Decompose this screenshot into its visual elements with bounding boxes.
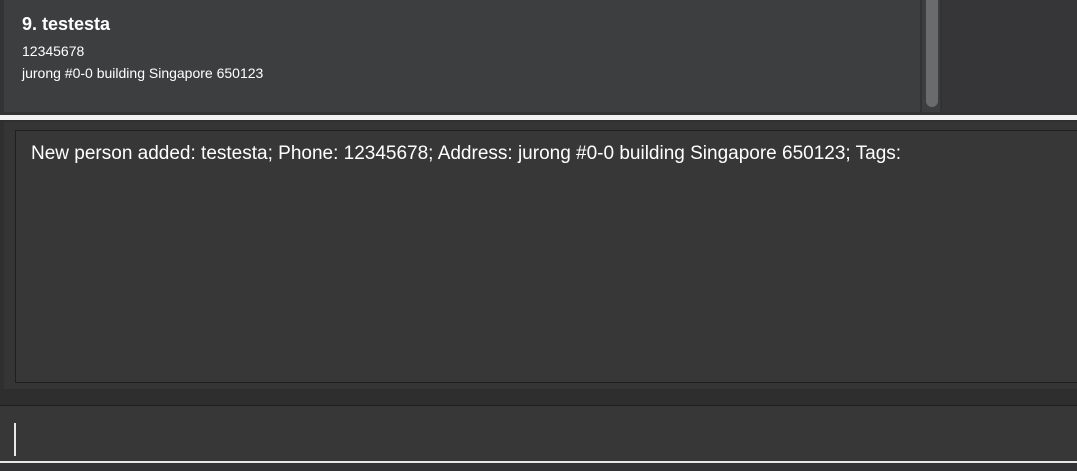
list-scrollbar-thumb[interactable] xyxy=(926,0,938,107)
command-box[interactable] xyxy=(0,405,1077,461)
person-address: jurong #0-0 building Singapore 650123 xyxy=(22,65,264,81)
person-card[interactable]: 9. testesta 12345678 jurong #0-0 buildin… xyxy=(4,0,920,112)
command-input[interactable] xyxy=(12,416,1062,456)
person-name: 9. testesta xyxy=(22,14,110,35)
person-list-panel: 9. testesta 12345678 jurong #0-0 buildin… xyxy=(0,0,1077,116)
result-message: New person added: testesta; Phone: 12345… xyxy=(31,143,902,164)
result-display: New person added: testesta; Phone: 12345… xyxy=(15,130,1077,383)
person-index: 9. xyxy=(22,14,43,34)
split-pane-divider[interactable] xyxy=(0,115,1077,120)
bottom-strip xyxy=(0,463,1077,471)
list-side-panel xyxy=(942,0,1077,112)
app-window: 9. testesta 12345678 jurong #0-0 buildin… xyxy=(0,0,1077,471)
text-caret xyxy=(14,423,16,456)
section-gap xyxy=(0,389,1077,404)
person-name-text: testesta xyxy=(42,14,111,34)
person-phone: 12345678 xyxy=(22,43,85,59)
